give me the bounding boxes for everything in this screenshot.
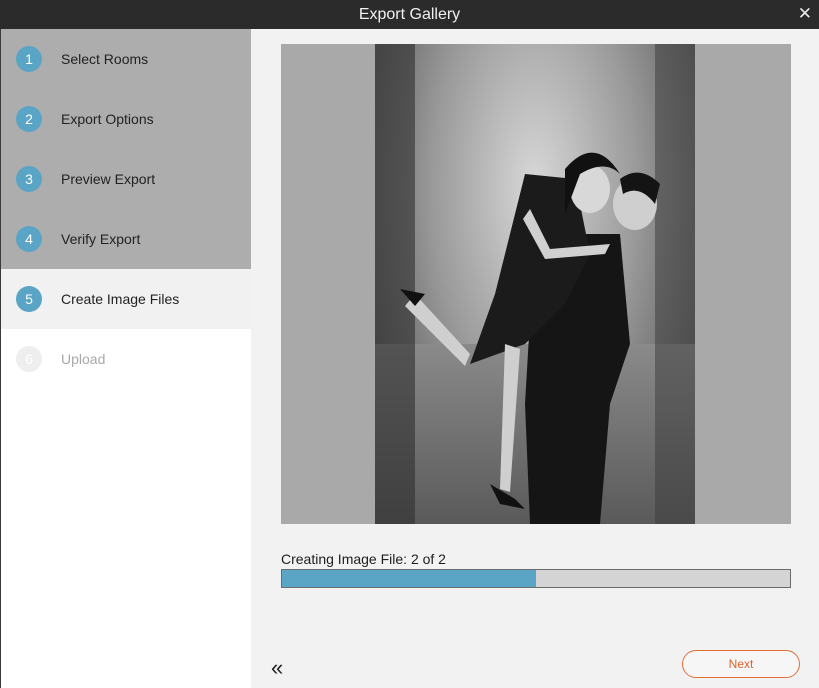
- step-label: Verify Export: [61, 231, 141, 247]
- step-label: Export Options: [61, 111, 154, 127]
- step-label: Create Image Files: [61, 291, 180, 307]
- step-preview-export[interactable]: 3 Preview Export: [1, 149, 251, 209]
- step-label: Select Rooms: [61, 51, 149, 67]
- close-icon[interactable]: ✕: [798, 3, 812, 25]
- step-number-badge: 2: [16, 106, 42, 132]
- step-upload: 6 Upload: [1, 329, 251, 389]
- steps-sidebar: 1 Select Rooms 2 Export Options 3 Previe…: [0, 29, 251, 688]
- main-panel: Creating Image File: 2 of 2 « Next: [251, 29, 819, 688]
- progress-status-text: Creating Image File: 2 of 2: [281, 551, 446, 567]
- progress-bar-fill: [282, 570, 536, 587]
- step-number-badge: 4: [16, 226, 42, 252]
- title-bar: Export Gallery ✕: [0, 0, 819, 29]
- progress-bar: [281, 569, 791, 588]
- step-number-badge: 6: [16, 346, 42, 372]
- step-number-badge: 5: [16, 286, 42, 312]
- next-button[interactable]: Next: [682, 650, 800, 678]
- step-export-options[interactable]: 2 Export Options: [1, 89, 251, 149]
- couple-photo-illustration: [375, 44, 695, 524]
- step-label: Upload: [61, 351, 106, 367]
- double-chevron-left-icon[interactable]: «: [271, 657, 283, 679]
- image-preview-area: [281, 44, 791, 524]
- step-number-badge: 1: [16, 46, 42, 72]
- preview-photo: [375, 44, 695, 524]
- step-verify-export[interactable]: 4 Verify Export: [1, 209, 251, 269]
- step-number-badge: 3: [16, 166, 42, 192]
- window-title: Export Gallery: [358, 5, 461, 23]
- step-create-image-files[interactable]: 5 Create Image Files: [1, 269, 251, 329]
- step-label: Preview Export: [61, 171, 156, 187]
- step-select-rooms[interactable]: 1 Select Rooms: [1, 29, 251, 89]
